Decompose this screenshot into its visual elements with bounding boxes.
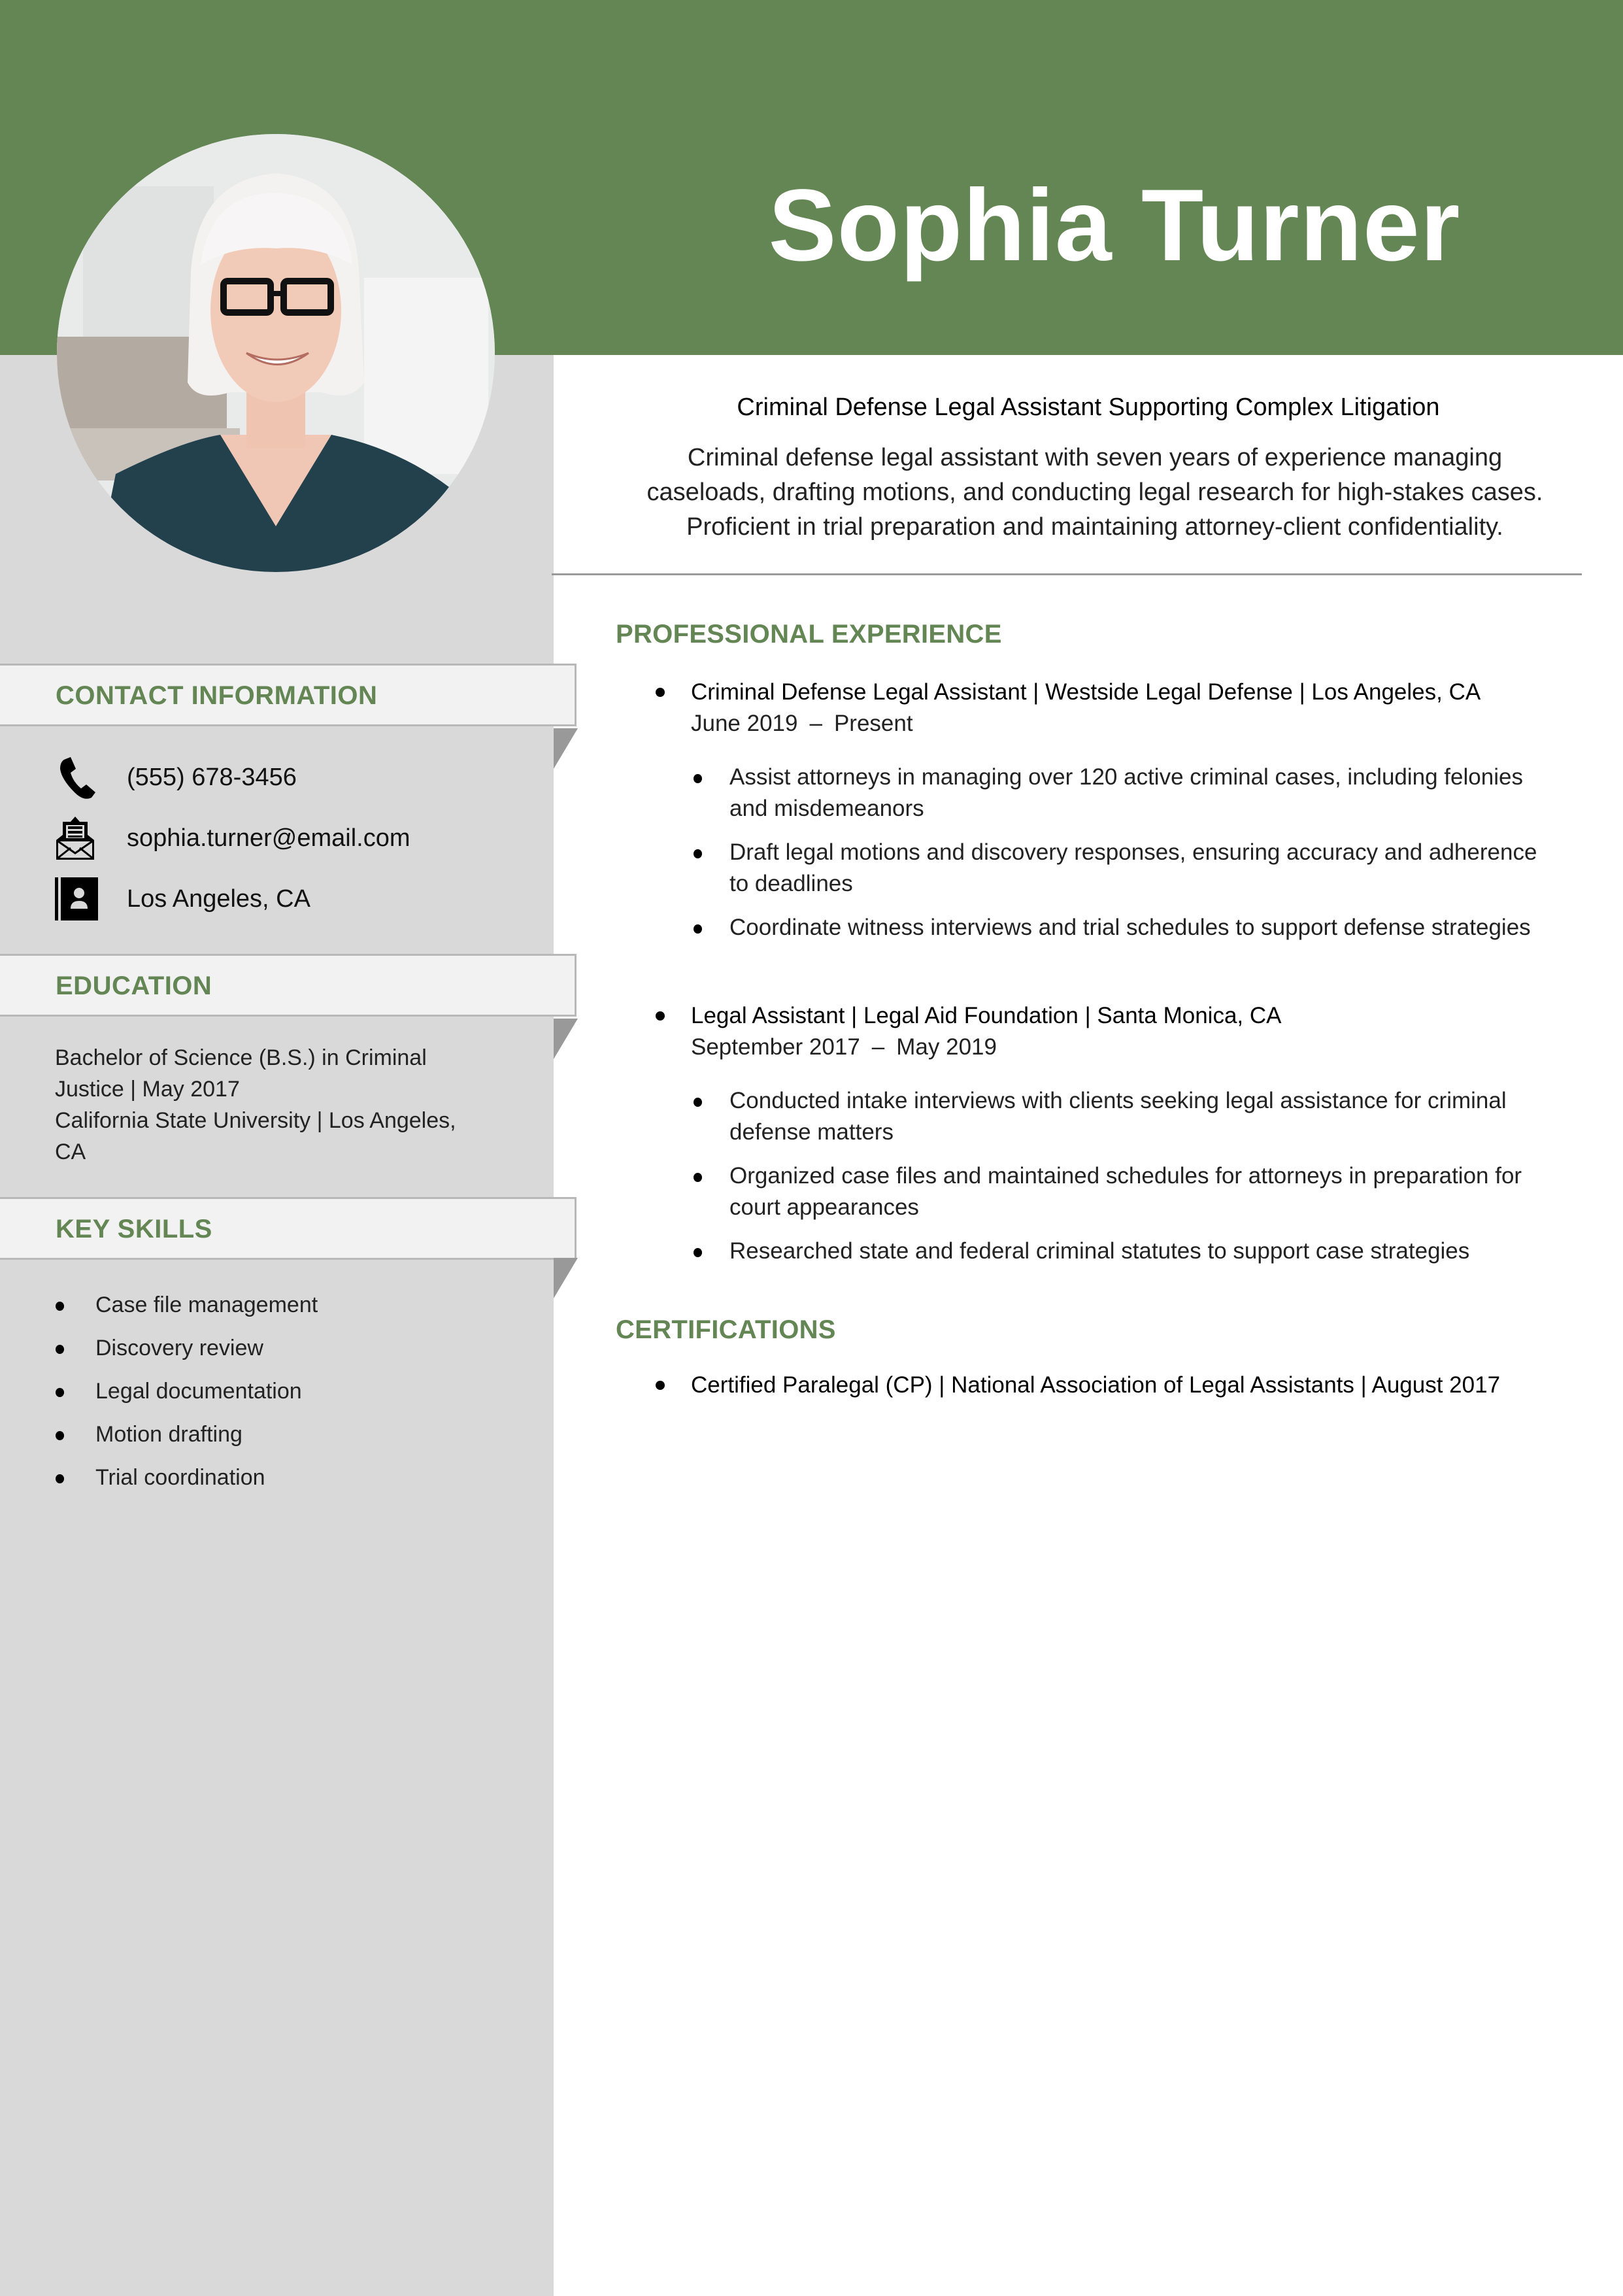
bullet-icon [694, 774, 702, 783]
contact-location: Los Angeles, CA [55, 876, 310, 922]
job-dates: September 2017– May 2019 [656, 1032, 1571, 1063]
responsibility-text: Organized case files and maintained sche… [729, 1163, 1522, 1220]
summary: Criminal defense legal assistant with se… [588, 441, 1601, 545]
job-end: May 2019 [896, 1034, 997, 1060]
profile-photo [57, 134, 495, 572]
banner-fold [554, 1258, 578, 1298]
job-start: September 2017 [691, 1034, 860, 1060]
bullet-icon [694, 1248, 702, 1257]
summary-line: Criminal defense legal assistant with se… [687, 444, 1503, 471]
education-line: Bachelor of Science (B.S.) in Criminal [55, 1045, 427, 1070]
location-text: Los Angeles, CA [127, 885, 310, 913]
responsibility-text: Assist attorneys in managing over 120 ac… [729, 764, 1523, 821]
address-book-icon [55, 876, 99, 922]
summary-line: Proficient in trial preparation and main… [686, 513, 1503, 541]
skill-item: Discovery review [55, 1326, 318, 1370]
skill-item: Legal documentation [55, 1370, 318, 1413]
certification-item: Certified Paralegal (CP) | National Asso… [656, 1370, 1554, 1401]
responsibility-item: Coordinate witness interviews and trial … [694, 912, 1550, 943]
portrait-illustration [57, 134, 495, 572]
contact-phone: (555) 678-3456 [55, 754, 297, 800]
bullet-icon [56, 1388, 64, 1397]
job-entry: Criminal Defense Legal Assistant | Wests… [656, 677, 1571, 956]
job-responsibilities: Assist attorneys in managing over 120 ac… [656, 762, 1571, 943]
job-responsibilities: Conducted intake interviews with clients… [656, 1085, 1571, 1267]
skill-text: Trial coordination [95, 1465, 265, 1490]
date-separator: – [871, 1034, 885, 1060]
responsibility-item: Researched state and federal criminal st… [694, 1236, 1550, 1267]
phone-icon [55, 754, 99, 800]
job-dates: June 2019– Present [656, 708, 1571, 739]
responsibility-item: Draft legal motions and discovery respon… [694, 837, 1550, 900]
education-line: Justice | May 2017 [55, 1077, 240, 1102]
bullet-icon [694, 1098, 702, 1107]
education-line: California State University | Los Angele… [55, 1108, 456, 1133]
contact-email: sophia.turner@email.com [55, 815, 410, 861]
responsibility-text: Coordinate witness interviews and trial … [729, 915, 1531, 940]
summary-line: caseloads, drafting motions, and conduct… [646, 479, 1543, 506]
responsibility-item: Conducted intake interviews with clients… [694, 1085, 1550, 1148]
skills-banner: KEY SKILLS [0, 1197, 577, 1260]
certification-text: Certified Paralegal (CP) | National Asso… [691, 1372, 1501, 1398]
skill-item: Case file management [55, 1283, 318, 1326]
responsibility-text: Draft legal motions and discovery respon… [729, 839, 1537, 896]
candidate-name: Sophia Turner [768, 169, 1461, 282]
education-line: CA [55, 1140, 86, 1164]
job-heading-text: Criminal Defense Legal Assistant | Wests… [691, 679, 1481, 705]
job-heading: Criminal Defense Legal Assistant | Wests… [656, 677, 1571, 708]
date-separator: – [809, 711, 822, 736]
skill-item: Motion drafting [55, 1413, 318, 1456]
skill-text: Motion drafting [95, 1422, 243, 1447]
contact-banner: CONTACT INFORMATION [0, 664, 577, 726]
certifications-title: CERTIFICATIONS [616, 1315, 836, 1344]
skills-list: Case file management Discovery review Le… [55, 1283, 318, 1499]
bullet-icon [56, 1302, 64, 1311]
job-end: Present [833, 711, 913, 736]
responsibility-item: Assist attorneys in managing over 120 ac… [694, 762, 1550, 824]
job-heading-text: Legal Assistant | Legal Aid Foundation |… [691, 1003, 1282, 1028]
skill-item: Trial coordination [55, 1456, 318, 1499]
job-entry: Legal Assistant | Legal Aid Foundation |… [656, 1000, 1571, 1279]
job-start: June 2019 [691, 711, 798, 736]
skills-title: KEY SKILLS [56, 1215, 212, 1243]
skill-text: Discovery review [95, 1336, 263, 1360]
responsibility-text: Conducted intake interviews with clients… [729, 1088, 1507, 1145]
bullet-icon [694, 1173, 702, 1182]
headline: Criminal Defense Legal Assistant Support… [737, 394, 1440, 421]
email-icon [55, 815, 99, 861]
skill-text: Legal documentation [95, 1379, 302, 1404]
bullet-icon [694, 849, 702, 858]
bullet-icon [694, 924, 702, 934]
email-text[interactable]: sophia.turner@email.com [127, 824, 410, 853]
banner-fold [554, 728, 578, 769]
job-heading: Legal Assistant | Legal Aid Foundation |… [656, 1000, 1571, 1032]
skill-text: Case file management [95, 1292, 318, 1317]
bullet-icon [56, 1431, 64, 1440]
education-banner: EDUCATION [0, 954, 577, 1017]
banner-fold [554, 1019, 578, 1059]
education-entry: Bachelor of Science (B.S.) in Criminal J… [55, 1042, 512, 1168]
bullet-icon [56, 1474, 64, 1483]
phone-text: (555) 678-3456 [127, 763, 297, 791]
bullet-icon [656, 1011, 665, 1021]
bullet-icon [656, 1381, 665, 1390]
responsibility-item: Organized case files and maintained sche… [694, 1160, 1550, 1223]
contact-title: CONTACT INFORMATION [56, 681, 378, 710]
header-divider [552, 573, 1582, 575]
bullet-icon [656, 688, 665, 697]
responsibility-text: Researched state and federal criminal st… [729, 1238, 1470, 1264]
education-title: EDUCATION [56, 971, 212, 1000]
experience-title: PROFESSIONAL EXPERIENCE [616, 620, 1002, 649]
bullet-icon [56, 1345, 64, 1354]
